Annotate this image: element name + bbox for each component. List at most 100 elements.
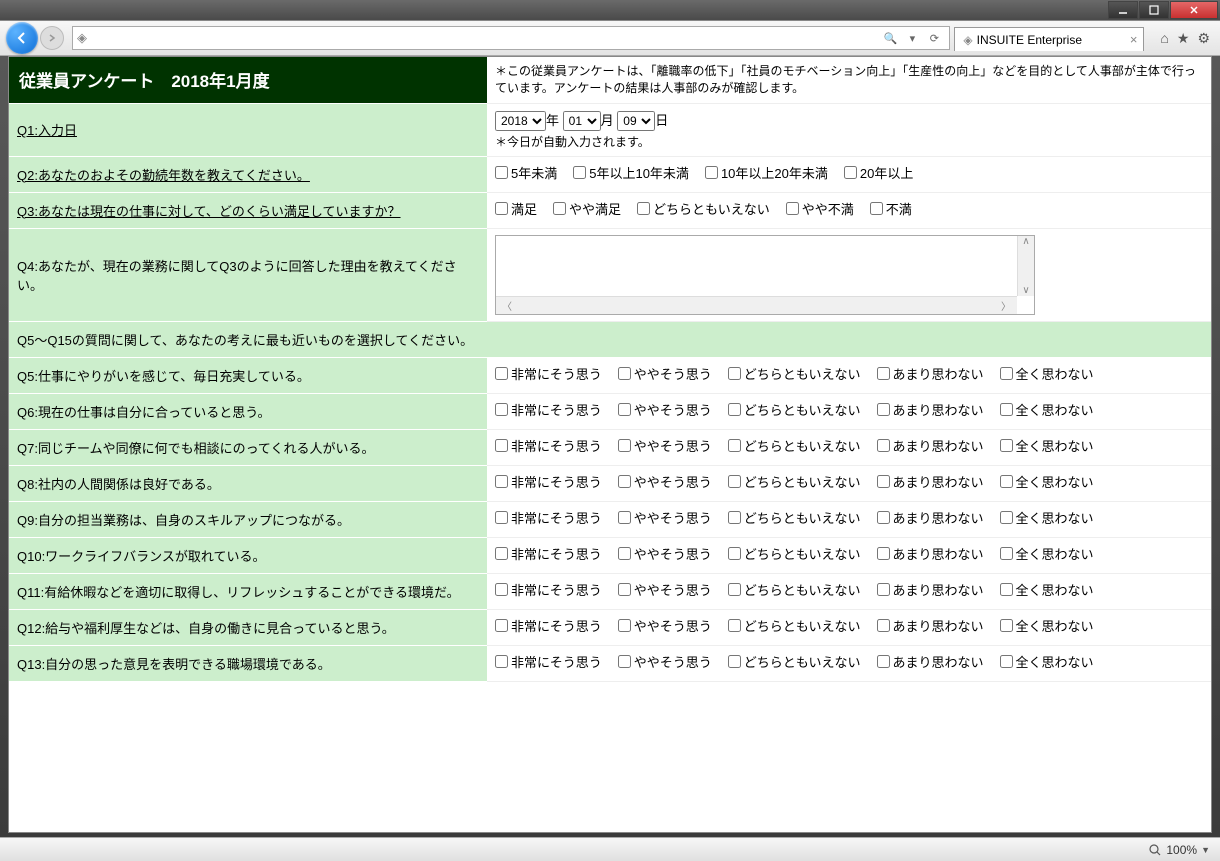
option-20年以上[interactable]: 20年以上 — [844, 163, 913, 182]
checkbox[interactable] — [637, 202, 650, 215]
option-非常にそう思う[interactable]: 非常にそう思う — [495, 652, 602, 671]
option-どちらともいえない[interactable]: どちらともいえない — [728, 364, 861, 383]
option-どちらともいえない[interactable]: どちらともいえない — [728, 652, 861, 671]
checkbox[interactable] — [495, 583, 508, 596]
option-どちらともいえない[interactable]: どちらともいえない — [637, 199, 770, 218]
option-全く思わない[interactable]: 全く思わない — [1000, 472, 1094, 491]
option-あまり思わない[interactable]: あまり思わない — [877, 364, 984, 383]
option-どちらともいえない[interactable]: どちらともいえない — [728, 544, 861, 563]
option-非常にそう思う[interactable]: 非常にそう思う — [495, 616, 602, 635]
option-あまり思わない[interactable]: あまり思わない — [877, 652, 984, 671]
option-あまり思わない[interactable]: あまり思わない — [877, 508, 984, 527]
checkbox[interactable] — [1000, 367, 1013, 380]
option-10年以上20年未満[interactable]: 10年以上20年未満 — [705, 163, 828, 182]
option-あまり思わない[interactable]: あまり思わない — [877, 616, 984, 635]
checkbox[interactable] — [1000, 511, 1013, 524]
option-全く思わない[interactable]: 全く思わない — [1000, 652, 1094, 671]
forward-button[interactable] — [40, 26, 64, 50]
checkbox[interactable] — [877, 439, 890, 452]
checkbox[interactable] — [728, 439, 741, 452]
minimize-button[interactable] — [1108, 1, 1138, 19]
option-不満[interactable]: 不満 — [870, 199, 912, 218]
checkbox[interactable] — [618, 367, 631, 380]
favorites-icon[interactable]: ★ — [1177, 30, 1190, 47]
option-ややそう思う[interactable]: ややそう思う — [618, 400, 712, 419]
option-やや満足[interactable]: やや満足 — [553, 199, 621, 218]
checkbox[interactable] — [618, 619, 631, 632]
vertical-scrollbar[interactable]: ∧∨ — [1017, 236, 1034, 296]
option-どちらともいえない[interactable]: どちらともいえない — [728, 580, 861, 599]
option-ややそう思う[interactable]: ややそう思う — [618, 472, 712, 491]
option-あまり思わない[interactable]: あまり思わない — [877, 436, 984, 455]
checkbox[interactable] — [728, 547, 741, 560]
checkbox[interactable] — [495, 475, 508, 488]
browser-tab[interactable]: ◈ INSUITE Enterprise × — [954, 27, 1144, 51]
checkbox[interactable] — [553, 202, 566, 215]
checkbox[interactable] — [495, 166, 508, 179]
checkbox[interactable] — [495, 619, 508, 632]
settings-icon[interactable]: ⚙ — [1197, 30, 1210, 47]
option-非常にそう思う[interactable]: 非常にそう思う — [495, 544, 602, 563]
option-非常にそう思う[interactable]: 非常にそう思う — [495, 472, 602, 491]
checkbox[interactable] — [1000, 439, 1013, 452]
checkbox[interactable] — [877, 511, 890, 524]
option-満足[interactable]: 満足 — [495, 199, 537, 218]
option-あまり思わない[interactable]: あまり思わない — [877, 544, 984, 563]
option-5年未満[interactable]: 5年未満 — [495, 163, 557, 182]
option-あまり思わない[interactable]: あまり思わない — [877, 472, 984, 491]
maximize-button[interactable] — [1139, 1, 1169, 19]
checkbox[interactable] — [618, 583, 631, 596]
option-ややそう思う[interactable]: ややそう思う — [618, 580, 712, 599]
checkbox[interactable] — [877, 655, 890, 668]
checkbox[interactable] — [728, 619, 741, 632]
checkbox[interactable] — [495, 547, 508, 560]
option-ややそう思う[interactable]: ややそう思う — [618, 544, 712, 563]
checkbox[interactable] — [877, 583, 890, 596]
option-やや不満[interactable]: やや不満 — [786, 199, 854, 218]
checkbox[interactable] — [877, 367, 890, 380]
address-bar[interactable]: ◈ 🔍 ▾ ⟳ — [72, 26, 950, 50]
checkbox[interactable] — [1000, 655, 1013, 668]
option-どちらともいえない[interactable]: どちらともいえない — [728, 616, 861, 635]
option-非常にそう思う[interactable]: 非常にそう思う — [495, 580, 602, 599]
refresh-icon[interactable]: ⟳ — [923, 32, 945, 45]
checkbox[interactable] — [877, 403, 890, 416]
option-ややそう思う[interactable]: ややそう思う — [618, 364, 712, 383]
option-非常にそう思う[interactable]: 非常にそう思う — [495, 508, 602, 527]
option-全く思わない[interactable]: 全く思わない — [1000, 544, 1094, 563]
option-全く思わない[interactable]: 全く思わない — [1000, 508, 1094, 527]
option-非常にそう思う[interactable]: 非常にそう思う — [495, 436, 602, 455]
option-ややそう思う[interactable]: ややそう思う — [618, 652, 712, 671]
year-select[interactable]: 2018 — [495, 111, 546, 131]
checkbox[interactable] — [728, 583, 741, 596]
url-input[interactable] — [97, 31, 875, 45]
tab-close-icon[interactable]: × — [1130, 32, 1138, 47]
checkbox[interactable] — [1000, 547, 1013, 560]
option-全く思わない[interactable]: 全く思わない — [1000, 580, 1094, 599]
option-どちらともいえない[interactable]: どちらともいえない — [728, 508, 861, 527]
checkbox[interactable] — [495, 439, 508, 452]
checkbox[interactable] — [844, 166, 857, 179]
checkbox[interactable] — [877, 619, 890, 632]
q4-textarea[interactable]: ∧∨ 〈〉 — [495, 235, 1035, 315]
checkbox[interactable] — [1000, 403, 1013, 416]
checkbox[interactable] — [618, 547, 631, 560]
checkbox[interactable] — [495, 403, 508, 416]
home-icon[interactable]: ⌂ — [1160, 30, 1168, 46]
checkbox[interactable] — [728, 367, 741, 380]
checkbox[interactable] — [1000, 583, 1013, 596]
option-全く思わない[interactable]: 全く思わない — [1000, 400, 1094, 419]
checkbox[interactable] — [728, 403, 741, 416]
checkbox[interactable] — [618, 511, 631, 524]
checkbox[interactable] — [495, 367, 508, 380]
option-全く思わない[interactable]: 全く思わない — [1000, 364, 1094, 383]
checkbox[interactable] — [618, 655, 631, 668]
checkbox[interactable] — [705, 166, 718, 179]
checkbox[interactable] — [728, 511, 741, 524]
option-非常にそう思う[interactable]: 非常にそう思う — [495, 400, 602, 419]
checkbox[interactable] — [618, 475, 631, 488]
option-ややそう思う[interactable]: ややそう思う — [618, 616, 712, 635]
checkbox[interactable] — [728, 475, 741, 488]
close-button[interactable] — [1170, 1, 1218, 19]
option-全く思わない[interactable]: 全く思わない — [1000, 436, 1094, 455]
